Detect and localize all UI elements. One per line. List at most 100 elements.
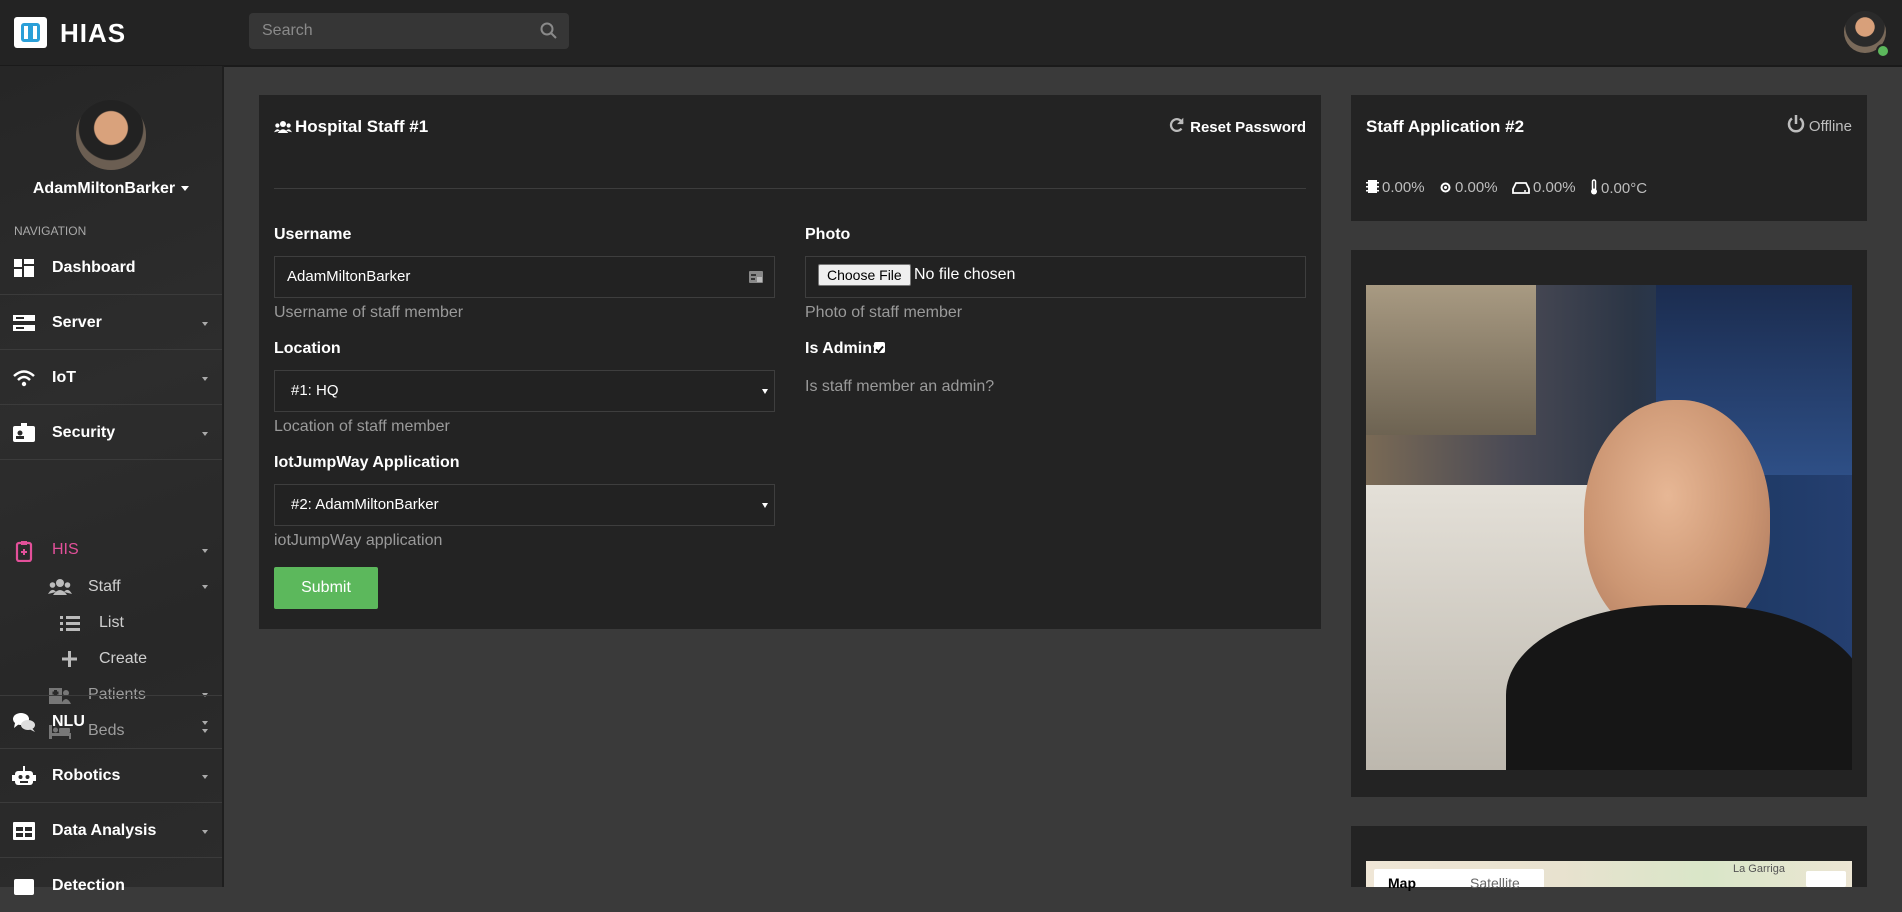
sidebar-item-list[interactable]: List bbox=[0, 605, 222, 641]
is-admin-checkbox[interactable] bbox=[874, 342, 885, 354]
sidebar-username: AdamMiltonBarker bbox=[32, 180, 176, 197]
id-badge-icon bbox=[13, 423, 35, 442]
location-help: Location of staff member bbox=[274, 418, 450, 435]
is-admin-label: Is Admin: bbox=[805, 340, 878, 357]
refresh-icon bbox=[1170, 117, 1184, 133]
sidebar-item-label: Dashboard bbox=[52, 259, 136, 276]
brand-name[interactable]: HIAS bbox=[60, 18, 126, 49]
search-icon[interactable] bbox=[539, 21, 559, 41]
username-help: Username of staff member bbox=[274, 304, 464, 321]
sidebar-item-label: Security bbox=[52, 424, 116, 441]
location-label: Location bbox=[274, 340, 341, 357]
robot-icon bbox=[12, 766, 36, 785]
submit-button[interactable]: Submit bbox=[274, 567, 378, 609]
map-tab[interactable]: Map bbox=[1388, 875, 1416, 891]
hospital-icon bbox=[15, 541, 33, 562]
staff-photo-card bbox=[1351, 250, 1867, 797]
top-bar: HIAS Search bbox=[0, 0, 1902, 67]
chevron-down-icon bbox=[202, 377, 208, 381]
memory-icon bbox=[1440, 182, 1451, 193]
hias-logo[interactable] bbox=[14, 17, 47, 48]
status-label: Offline bbox=[1808, 118, 1852, 135]
application-value: #2: AdamMiltonBarker bbox=[291, 496, 439, 513]
comments-icon bbox=[13, 713, 35, 732]
table-icon bbox=[13, 822, 35, 840]
sidebar-item-label: Data Analysis bbox=[52, 822, 157, 839]
hdd-icon bbox=[1512, 182, 1530, 194]
photo-file-input[interactable]: Choose File No file chosen bbox=[805, 256, 1306, 298]
sidebar-item-label: IoT bbox=[52, 369, 76, 386]
cpu-value: 0.00% bbox=[1382, 179, 1425, 196]
choose-file-button[interactable]: Choose File bbox=[818, 264, 911, 286]
reset-password-label: Reset Password bbox=[1190, 119, 1306, 136]
chevron-down-icon bbox=[202, 549, 208, 553]
caret-down-icon bbox=[181, 186, 190, 192]
server-icon bbox=[13, 315, 35, 331]
chevron-down-icon bbox=[202, 322, 208, 326]
sidebar-item-dashboard[interactable]: Dashboard bbox=[0, 242, 222, 295]
application-label: IotJumpWay Application bbox=[274, 454, 460, 471]
select-arrow-icon bbox=[762, 503, 768, 508]
application-status: Offline bbox=[1786, 114, 1852, 135]
staff-photo bbox=[1366, 285, 1852, 770]
checkmark-icon bbox=[875, 345, 884, 354]
sidebar-item-staff[interactable]: Staff bbox=[0, 569, 222, 605]
sidebar-user-menu[interactable]: AdamMiltonBarker bbox=[0, 180, 222, 198]
map-card: Map Satellite La Garriga bbox=[1351, 826, 1867, 891]
online-status-dot bbox=[1876, 44, 1890, 58]
sidebar-sub-label: Create bbox=[99, 650, 148, 667]
username-value: AdamMiltonBarker bbox=[287, 268, 411, 285]
photo-label: Photo bbox=[805, 226, 851, 243]
sidebar-avatar[interactable] bbox=[76, 100, 146, 170]
memory-stat: 0.00% bbox=[1439, 179, 1498, 196]
sidebar-item-detection[interactable]: Detection bbox=[0, 860, 222, 912]
fullscreen-button[interactable] bbox=[1806, 871, 1846, 887]
photo-jacket bbox=[1506, 605, 1852, 770]
staff-form-card: Hospital Staff #1 Reset Password Usernam… bbox=[259, 95, 1321, 629]
divider bbox=[274, 188, 1306, 189]
sidebar-item-label: Detection bbox=[52, 877, 125, 894]
plus-icon bbox=[62, 651, 77, 667]
cpu-stat: 0.00% bbox=[1366, 179, 1425, 196]
username-field[interactable]: AdamMiltonBarker bbox=[274, 256, 775, 298]
sidebar-item-security[interactable]: Security bbox=[0, 407, 222, 460]
no-file-text: No file chosen bbox=[914, 266, 1016, 283]
thermometer-icon bbox=[1591, 179, 1597, 195]
chevron-down-icon bbox=[202, 721, 208, 725]
chevron-down-icon bbox=[202, 585, 208, 589]
application-select[interactable]: #2: AdamMiltonBarker bbox=[274, 484, 775, 526]
sidebar-item-iot[interactable]: IoT bbox=[0, 352, 222, 405]
temperature-stat: 0.00°C bbox=[1590, 179, 1647, 197]
sidebar-sub-label: Staff bbox=[88, 578, 121, 595]
wifi-icon bbox=[13, 370, 35, 387]
photo-face bbox=[1584, 400, 1770, 640]
disk-stat: 0.00% bbox=[1512, 179, 1576, 196]
disk-value: 0.00% bbox=[1533, 179, 1576, 196]
location-select[interactable]: #1: HQ bbox=[274, 370, 775, 412]
sidebar-item-label: Robotics bbox=[52, 767, 121, 784]
users-icon bbox=[274, 121, 292, 133]
sidebar: AdamMiltonBarker NAVIGATION Dashboard Se… bbox=[0, 66, 224, 895]
chevron-down-icon bbox=[202, 830, 208, 834]
is-admin-help: Is staff member an admin? bbox=[805, 378, 995, 395]
select-arrow-icon bbox=[762, 389, 768, 394]
sidebar-item-robotics[interactable]: Robotics bbox=[0, 750, 222, 803]
sidebar-item-label: HIS bbox=[52, 541, 79, 558]
location-value: #1: HQ bbox=[291, 382, 339, 399]
search-input[interactable]: Search bbox=[249, 13, 569, 49]
username-label: Username bbox=[274, 226, 352, 243]
sidebar-item-nlu[interactable]: NLU bbox=[0, 695, 222, 749]
map-place-label: La Garriga bbox=[1733, 863, 1785, 875]
temperature-value: 0.00°C bbox=[1601, 180, 1648, 197]
reset-password-link[interactable]: Reset Password bbox=[1168, 116, 1306, 137]
nav-caption: NAVIGATION bbox=[14, 224, 87, 238]
photo-help: Photo of staff member bbox=[805, 304, 963, 321]
sidebar-sub-label: List bbox=[99, 614, 124, 631]
sidebar-item-server[interactable]: Server bbox=[0, 297, 222, 350]
sidebar-item-data-analysis[interactable]: Data Analysis bbox=[0, 805, 222, 858]
application-status-card: Staff Application #2 Offline 0.00% 0.00%… bbox=[1351, 95, 1867, 221]
satellite-tab[interactable]: Satellite bbox=[1470, 875, 1520, 891]
sidebar-item-create[interactable]: Create bbox=[0, 641, 222, 677]
microchip-icon bbox=[1366, 180, 1379, 193]
map-view[interactable]: Map Satellite La Garriga bbox=[1366, 861, 1852, 891]
